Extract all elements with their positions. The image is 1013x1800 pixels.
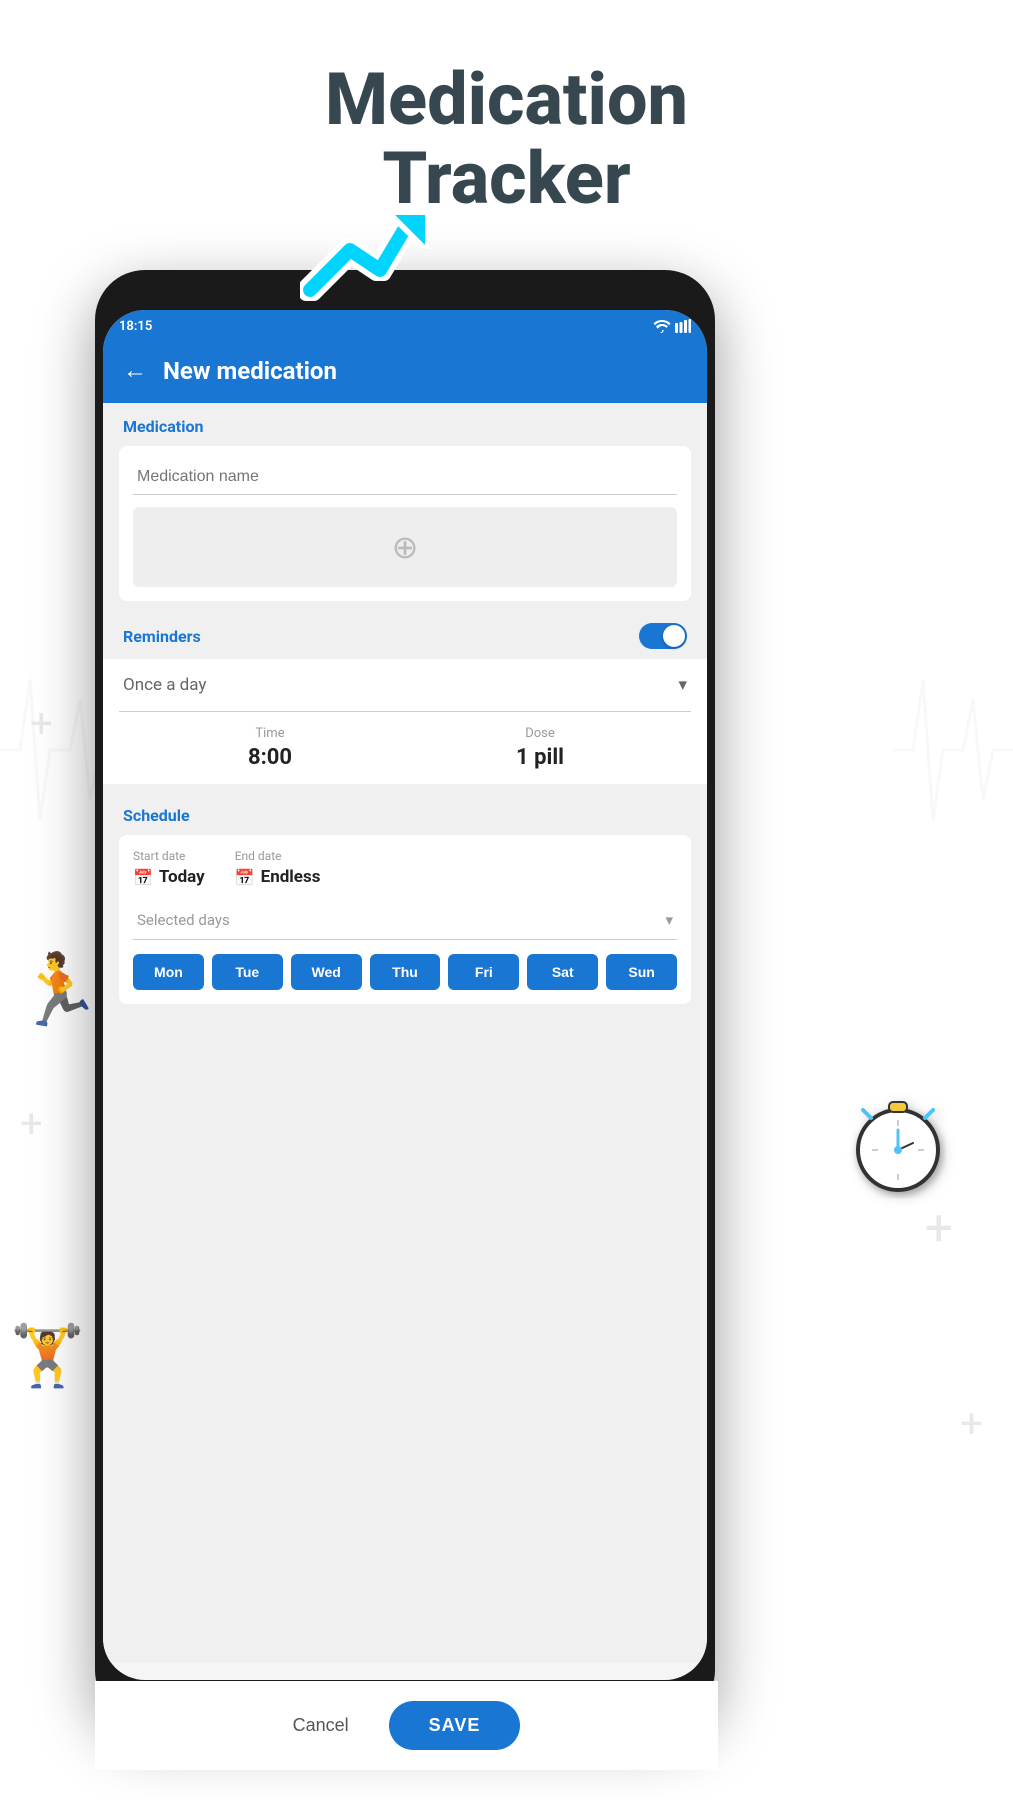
start-date-label: Start date xyxy=(133,849,205,863)
day-fri[interactable]: Fri xyxy=(448,954,519,990)
cancel-button[interactable]: Cancel xyxy=(293,1715,349,1736)
start-date-col: Start date 📅 Today xyxy=(133,849,205,887)
bottom-actions: Cancel SAVE xyxy=(95,1681,718,1770)
frequency-value: Once a day xyxy=(123,675,206,695)
medication-card: ⊕ xyxy=(119,446,691,601)
days-dropdown-value: Selected days xyxy=(137,911,230,929)
status-time: 18:15 xyxy=(119,319,152,334)
end-date-col: End date 📅 Endless xyxy=(235,849,321,887)
app-title: Medication Tracker xyxy=(0,60,1013,218)
dose-value[interactable]: 1 pill xyxy=(405,745,675,770)
stopwatch-icon xyxy=(843,1088,953,1220)
reminders-toggle[interactable] xyxy=(639,623,687,649)
day-mon[interactable]: Mon xyxy=(133,954,204,990)
time-label: Time xyxy=(135,726,405,741)
add-photo-button[interactable]: ⊕ xyxy=(133,507,677,587)
day-thu[interactable]: Thu xyxy=(370,954,441,990)
save-button[interactable]: SAVE xyxy=(389,1701,521,1750)
dropdown-icon: ▾ xyxy=(678,675,687,695)
day-sat[interactable]: Sat xyxy=(527,954,598,990)
reminders-row: Reminders xyxy=(103,613,707,659)
time-dose-row: Time 8:00 Dose 1 pill xyxy=(119,712,691,784)
toggle-knob xyxy=(663,625,685,647)
dose-column: Dose 1 pill xyxy=(405,726,675,770)
header-title: New medication xyxy=(163,357,337,385)
phone-screen: 18:15 ← New medication Medication ⊕ xyxy=(103,310,707,1680)
time-column: Time 8:00 xyxy=(135,726,405,770)
end-date-label: End date xyxy=(235,849,321,863)
day-sun[interactable]: Sun xyxy=(606,954,677,990)
day-wed[interactable]: Wed xyxy=(291,954,362,990)
calendar-icon-end: 📅 xyxy=(235,868,255,887)
schedule-card: Start date 📅 Today End date 📅 Endless xyxy=(119,835,691,1004)
frequency-section: Once a day ▾ Time 8:00 Dose 1 pill xyxy=(103,659,707,784)
end-date-value[interactable]: 📅 Endless xyxy=(235,867,321,887)
arrow-icon xyxy=(300,210,430,330)
reminders-label: Reminders xyxy=(123,627,201,646)
schedule-label: Schedule xyxy=(103,792,707,835)
start-date-value[interactable]: 📅 Today xyxy=(133,867,205,887)
calendar-icon-start: 📅 xyxy=(133,868,153,887)
frequency-dropdown[interactable]: Once a day ▾ xyxy=(119,659,691,712)
time-value[interactable]: 8:00 xyxy=(135,745,405,770)
day-tue[interactable]: Tue xyxy=(212,954,283,990)
medication-name-input[interactable] xyxy=(133,460,677,495)
app-header: ← New medication xyxy=(103,342,707,403)
add-photo-icon: ⊕ xyxy=(392,528,419,566)
medication-section-label: Medication xyxy=(103,403,707,446)
dose-label: Dose xyxy=(405,726,675,741)
date-row: Start date 📅 Today End date 📅 Endless xyxy=(133,849,677,887)
status-icons xyxy=(653,319,691,333)
app-title-section: Medication Tracker xyxy=(0,60,1013,218)
back-button[interactable]: ← xyxy=(123,356,147,385)
app-content: Medication ⊕ Reminders Once a day ▾ xyxy=(103,403,707,1663)
selected-days-dropdown[interactable]: Selected days ▾ xyxy=(133,901,677,940)
phone-frame: 18:15 ← New medication Medication ⊕ xyxy=(95,270,715,1720)
schedule-section: Schedule Start date 📅 Today End date xyxy=(103,792,707,1004)
days-dropdown-icon: ▾ xyxy=(665,911,673,929)
days-grid: Mon Tue Wed Thu Fri Sat Sun xyxy=(133,954,677,990)
